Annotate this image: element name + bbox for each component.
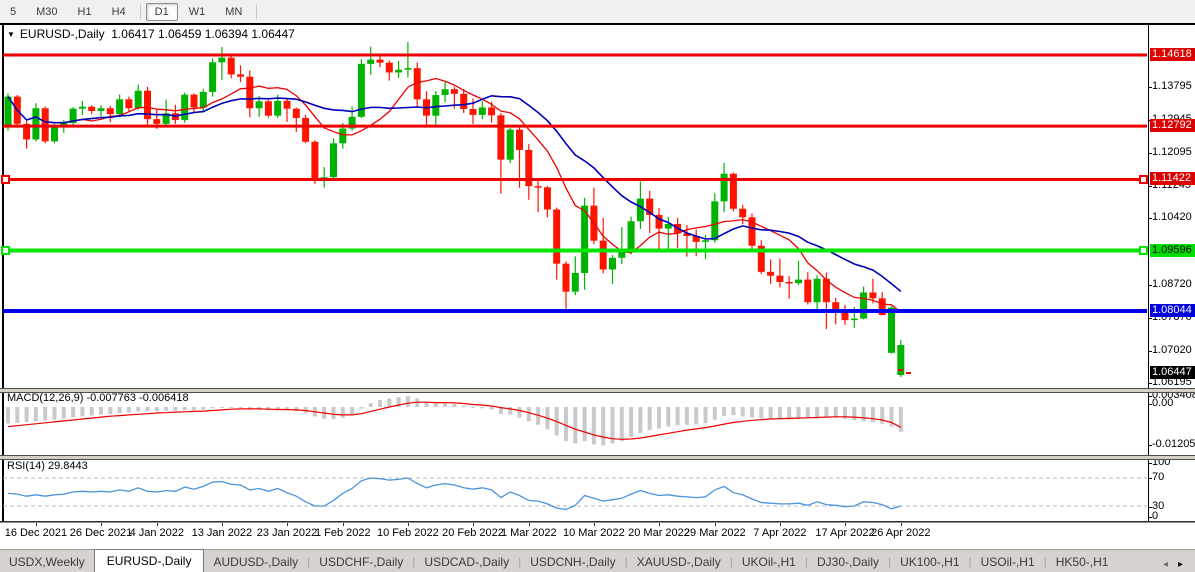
tab-scroll-right-icon[interactable]: ▸ xyxy=(1178,559,1183,570)
price-axis-border xyxy=(1148,24,1149,521)
tab-xauusd-daily[interactable]: XAUUSD-,Daily xyxy=(628,552,730,572)
indicator-axis-label: 0.00 xyxy=(1152,397,1173,409)
date-label: 20 Mar 2022 xyxy=(628,527,690,539)
price-badge: 1.12792 xyxy=(1150,119,1195,132)
mt4-window: 5M30H1H4 D1W1MN ▼ EURUSD-,Daily 1.06417 1.… xyxy=(0,0,1195,572)
timeframe-button-5[interactable]: 5 xyxy=(1,3,25,21)
tab-scroll-arrows: ◂▸ xyxy=(1163,559,1195,572)
date-label: 1 Feb 2022 xyxy=(315,527,371,539)
toolbar-separator xyxy=(140,4,141,19)
price-axis-label: 1.10420 xyxy=(1152,211,1192,223)
price-badge: 1.08044 xyxy=(1150,304,1195,317)
macd-indicator-label: MACD(12,26,9) -0.007763 -0.006418 xyxy=(7,392,189,404)
tab-scroll-left-icon[interactable]: ◂ xyxy=(1163,559,1168,570)
chart-window[interactable] xyxy=(0,23,1195,551)
date-tick xyxy=(901,523,902,526)
timeframe-button-mn[interactable]: MN xyxy=(216,3,251,21)
chart-quote-ohlc: 1.06417 1.06459 1.06394 1.06447 xyxy=(111,27,295,41)
date-axis-border xyxy=(0,521,1195,523)
price-badge: 1.11422 xyxy=(1150,172,1195,185)
date-label: 16 Dec 2021 xyxy=(5,527,67,539)
date-tick xyxy=(222,523,223,526)
date-tick xyxy=(780,523,781,526)
price-badge: 1.14618 xyxy=(1150,48,1195,61)
indicator-axis-label: -0.012058 xyxy=(1152,438,1195,450)
price-badge: 1.09596 xyxy=(1150,244,1195,257)
date-label: 1 Mar 2022 xyxy=(501,527,557,539)
date-label: 26 Dec 2021 xyxy=(70,527,132,539)
indicator-axis-label: 70 xyxy=(1152,471,1164,483)
date-tick xyxy=(101,523,102,526)
timeframe-button-m30[interactable]: M30 xyxy=(27,3,66,21)
date-label: 13 Jan 2022 xyxy=(192,527,253,539)
chart-dropdown-icon[interactable]: ▼ xyxy=(7,30,15,39)
date-label: 10 Feb 2022 xyxy=(377,527,439,539)
rsi-panel-divider[interactable] xyxy=(0,455,1195,460)
date-tick xyxy=(408,523,409,526)
tab-dj30-daily[interactable]: DJ30-,Daily xyxy=(808,552,888,572)
date-tick xyxy=(845,523,846,526)
date-tick xyxy=(529,523,530,526)
tab-usdcnh-daily[interactable]: USDCNH-,Daily xyxy=(521,552,624,572)
date-label: 7 Apr 2022 xyxy=(753,527,806,539)
tab-hk50-h1[interactable]: HK50-,H1 xyxy=(1047,552,1118,572)
tab-usdx-weekly[interactable]: USDX,Weekly xyxy=(0,552,94,572)
timeframe-button-h4[interactable]: H4 xyxy=(103,3,135,21)
price-badge: 1.06447 xyxy=(1150,366,1195,379)
date-tick xyxy=(594,523,595,526)
date-label: 23 Jan 2022 xyxy=(257,527,318,539)
date-tick xyxy=(36,523,37,526)
date-label: 17 Apr 2022 xyxy=(815,527,874,539)
price-axis-label: 1.12095 xyxy=(1152,146,1192,158)
date-label: 4 Jan 2022 xyxy=(130,527,184,539)
date-label: 10 Mar 2022 xyxy=(563,527,625,539)
timeframe-button-d1[interactable]: D1 xyxy=(146,3,178,21)
timeframe-button-w1[interactable]: W1 xyxy=(180,3,215,21)
tab-ukoil-h1[interactable]: UKOil-,H1 xyxy=(733,552,805,572)
chart-left-border xyxy=(2,24,4,521)
price-axis-label: 1.08720 xyxy=(1152,278,1192,290)
tab-eurusd-daily[interactable]: EURUSD-,Daily xyxy=(94,549,205,572)
tab-usdcad-daily[interactable]: USDCAD-,Daily xyxy=(415,552,518,572)
chart-title: ▼ EURUSD-,Daily 1.06417 1.06459 1.06394 1… xyxy=(7,27,295,41)
date-tick xyxy=(659,523,660,526)
tab-uk100-h1[interactable]: UK100-,H1 xyxy=(891,552,968,572)
date-tick xyxy=(473,523,474,526)
price-axis-label: 1.07020 xyxy=(1152,344,1192,356)
date-axis: 16 Dec 202126 Dec 20214 Jan 2022 13 Jan 2… xyxy=(0,523,1195,549)
rsi-indicator-label: RSI(14) 29.8443 xyxy=(7,460,88,472)
date-tick xyxy=(157,523,158,526)
date-tick xyxy=(343,523,344,526)
tab-usdchf-daily[interactable]: USDCHF-,Daily xyxy=(310,552,412,572)
tab-usoil-h1[interactable]: USOil-,H1 xyxy=(972,552,1044,572)
symbol-tabbar: USDX,WeeklyEURUSD-,DailyAUDUSD-,Daily|US… xyxy=(0,549,1195,572)
date-tick xyxy=(287,523,288,526)
date-tick xyxy=(715,523,716,526)
date-label: 20 Feb 2022 xyxy=(442,527,504,539)
toolbar-separator xyxy=(256,4,257,19)
price-axis-label: 1.13795 xyxy=(1152,80,1192,92)
tab-audusd-daily[interactable]: AUDUSD-,Daily xyxy=(204,552,307,572)
chart-symbol-label: EURUSD-,Daily xyxy=(20,27,105,41)
timeframe-toolbar: 5M30H1H4 D1W1MN xyxy=(0,0,1195,24)
timeframe-button-h1[interactable]: H1 xyxy=(69,3,101,21)
date-label: 26 Apr 2022 xyxy=(871,527,930,539)
date-label: 29 Mar 2022 xyxy=(684,527,746,539)
